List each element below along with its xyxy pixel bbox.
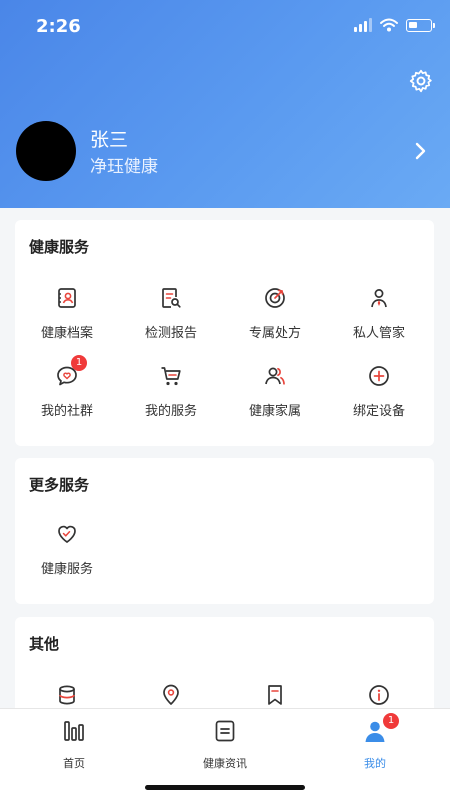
heart-icon bbox=[58, 525, 76, 543]
profile-row[interactable]: 张三 净珏健康 bbox=[16, 121, 436, 181]
wifi-icon bbox=[380, 18, 398, 32]
service-label: 健康家属 bbox=[248, 404, 301, 419]
service-health-record[interactable]: 健康档案 bbox=[15, 286, 119, 348]
plus-circle-icon bbox=[369, 366, 389, 386]
service-label: 我的社群 bbox=[40, 404, 93, 419]
chevron-right-icon[interactable] bbox=[408, 139, 432, 163]
tab-mine[interactable]: 1 我的 bbox=[315, 713, 435, 777]
cellular-signal-icon bbox=[354, 18, 372, 32]
service-label: 专属处方 bbox=[248, 326, 301, 341]
butler-icon bbox=[371, 289, 387, 308]
status-time: 2:26 bbox=[36, 16, 81, 37]
tab-label: 首页 bbox=[63, 757, 85, 770]
health-services-card: 健康服务 健康档案 检测报告 专属处方 私人管家 1 我的社群 我的服务 健康家… bbox=[15, 220, 434, 446]
report-search-icon bbox=[162, 288, 181, 308]
cart-icon bbox=[161, 367, 181, 386]
service-bind-device[interactable]: 绑定设备 bbox=[327, 364, 431, 426]
location-pin-icon bbox=[163, 684, 179, 705]
profile-subtitle: 净珏健康 bbox=[90, 157, 158, 177]
profile-header: 2:26 张三 净珏健康 bbox=[0, 0, 450, 208]
service-label: 绑定设备 bbox=[352, 404, 405, 419]
service-label: 检测报告 bbox=[144, 326, 197, 341]
tab-label: 健康资讯 bbox=[203, 757, 247, 770]
more-service-health[interactable]: 健康服务 bbox=[15, 522, 119, 584]
home-indicator bbox=[145, 785, 305, 790]
bar-chart-icon bbox=[64, 721, 84, 741]
tab-label: 我的 bbox=[364, 757, 386, 770]
family-icon bbox=[265, 367, 285, 385]
tab-health-news[interactable]: 健康资讯 bbox=[165, 717, 285, 777]
profile-name: 张三 bbox=[90, 129, 129, 151]
bookmark-icon bbox=[268, 685, 282, 705]
tab-mine-badge: 1 bbox=[383, 713, 399, 729]
database-icon bbox=[59, 685, 75, 705]
settings-gear-icon[interactable] bbox=[408, 68, 434, 94]
health-record-icon bbox=[58, 288, 76, 308]
service-family[interactable]: 健康家属 bbox=[223, 364, 327, 426]
service-community[interactable]: 1 我的社群 bbox=[15, 355, 119, 426]
section-title: 健康服务 bbox=[29, 238, 90, 256]
target-icon bbox=[265, 288, 285, 308]
more-services-card: 更多服务 健康服务 bbox=[15, 458, 434, 604]
section-title: 更多服务 bbox=[29, 476, 90, 494]
status-bar: 2:26 bbox=[0, 0, 450, 54]
community-badge: 1 bbox=[71, 355, 87, 371]
section-title: 其他 bbox=[29, 635, 60, 653]
service-butler[interactable]: 私人管家 bbox=[327, 286, 431, 348]
news-icon bbox=[215, 720, 235, 742]
avatar[interactable] bbox=[16, 121, 76, 181]
service-test-report[interactable]: 检测报告 bbox=[119, 286, 223, 348]
service-label: 健康档案 bbox=[40, 326, 93, 341]
tab-home[interactable]: 首页 bbox=[14, 717, 134, 777]
service-my-services[interactable]: 我的服务 bbox=[119, 364, 223, 426]
status-icons bbox=[354, 18, 435, 32]
service-prescription[interactable]: 专属处方 bbox=[223, 286, 327, 348]
service-label: 我的服务 bbox=[144, 404, 197, 419]
info-icon bbox=[369, 685, 389, 705]
battery-icon bbox=[406, 18, 435, 32]
service-label: 私人管家 bbox=[352, 326, 405, 341]
service-label: 健康服务 bbox=[40, 562, 93, 577]
